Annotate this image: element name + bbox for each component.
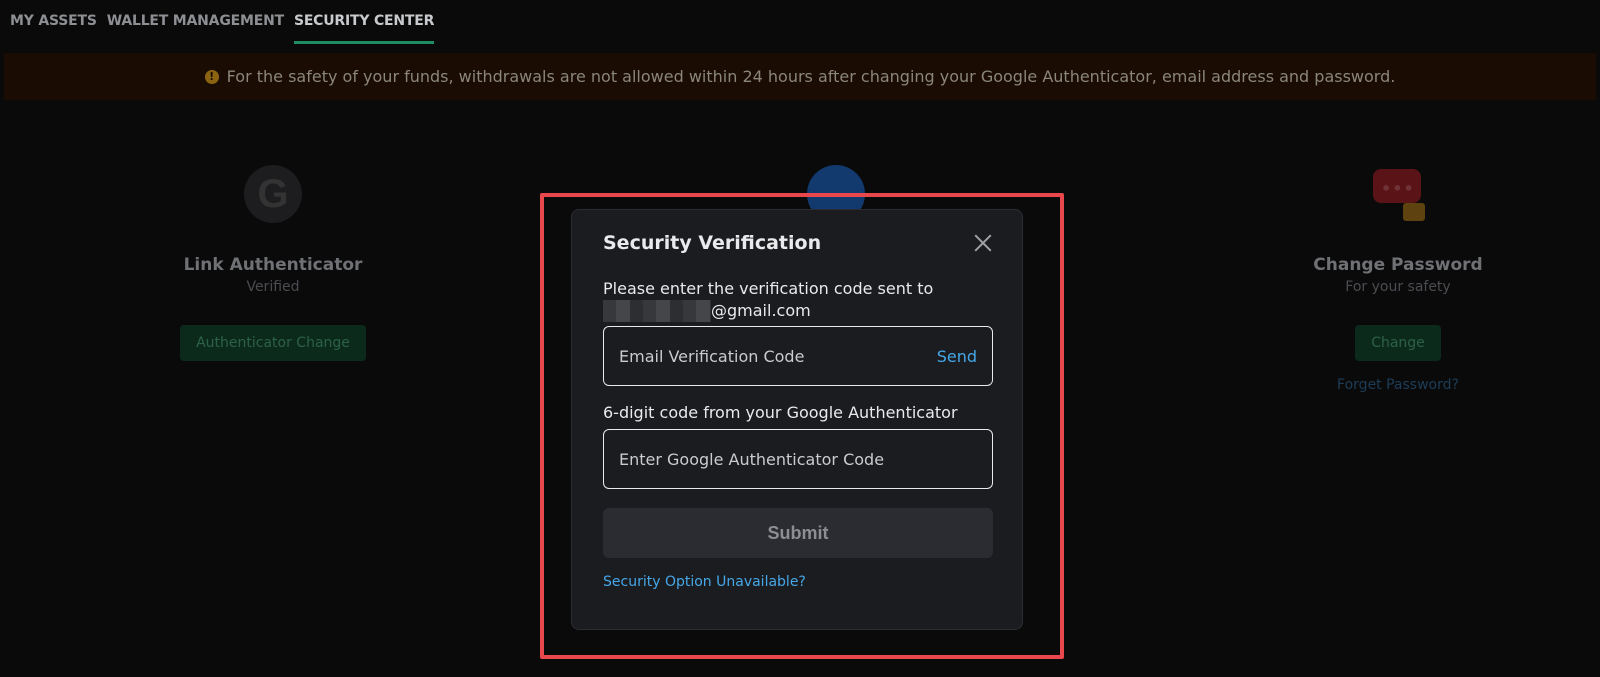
verification-prompt: Please enter the verification code sent … — [603, 278, 1003, 322]
email-code-input[interactable] — [619, 346, 899, 366]
warning-banner: ! For the safety of your funds, withdraw… — [4, 53, 1596, 100]
ga-code-field — [603, 429, 993, 489]
tab-wallet-management[interactable]: WALLET MANAGEMENT — [107, 0, 284, 44]
warning-icon: ! — [204, 69, 219, 84]
email-address: @gmail.com — [603, 300, 1003, 322]
submit-button[interactable]: Submit — [603, 508, 993, 558]
authenticator-card-status: Verified — [246, 279, 300, 295]
tab-security-center[interactable]: SECURITY CENTER — [293, 0, 434, 44]
google-icon: G — [244, 165, 302, 223]
security-verification-modal: Security Verification Please enter the v… — [571, 209, 1023, 630]
authenticator-change-button[interactable]: Authenticator Change — [180, 325, 366, 361]
password-lock-icon: ••• — [1369, 165, 1427, 223]
security-center-page: MY ASSETS WALLET MANAGEMENT SECURITY CEN… — [0, 0, 1600, 677]
authenticator-card: G Link Authenticator Verified Authentica… — [143, 165, 403, 361]
modal-title: Security Verification — [603, 232, 822, 254]
tab-my-assets[interactable]: MY ASSETS — [10, 0, 97, 44]
email-domain: @gmail.com — [711, 301, 811, 320]
authenticator-card-title: Link Authenticator — [183, 255, 363, 275]
warning-text: For the safety of your funds, withdrawal… — [226, 67, 1396, 86]
ga-code-label: 6-digit code from your Google Authentica… — [603, 403, 958, 422]
ga-code-input[interactable] — [619, 449, 899, 469]
close-icon[interactable] — [972, 232, 994, 254]
send-code-button[interactable]: Send — [937, 347, 977, 366]
password-card-title: Change Password — [1313, 255, 1483, 275]
password-card-subtitle: For your safety — [1345, 279, 1451, 295]
change-password-button[interactable]: Change — [1355, 325, 1441, 361]
top-tabs: MY ASSETS WALLET MANAGEMENT SECURITY CEN… — [0, 0, 434, 44]
prompt-text: Please enter the verification code sent … — [603, 279, 934, 298]
password-card: ••• Change Password For your safety Chan… — [1268, 165, 1528, 393]
email-code-field: Send — [603, 326, 993, 386]
forget-password-link[interactable]: Forget Password? — [1268, 377, 1528, 393]
redacted-email-user — [603, 300, 711, 322]
security-option-unavailable-link[interactable]: Security Option Unavailable? — [603, 574, 806, 590]
